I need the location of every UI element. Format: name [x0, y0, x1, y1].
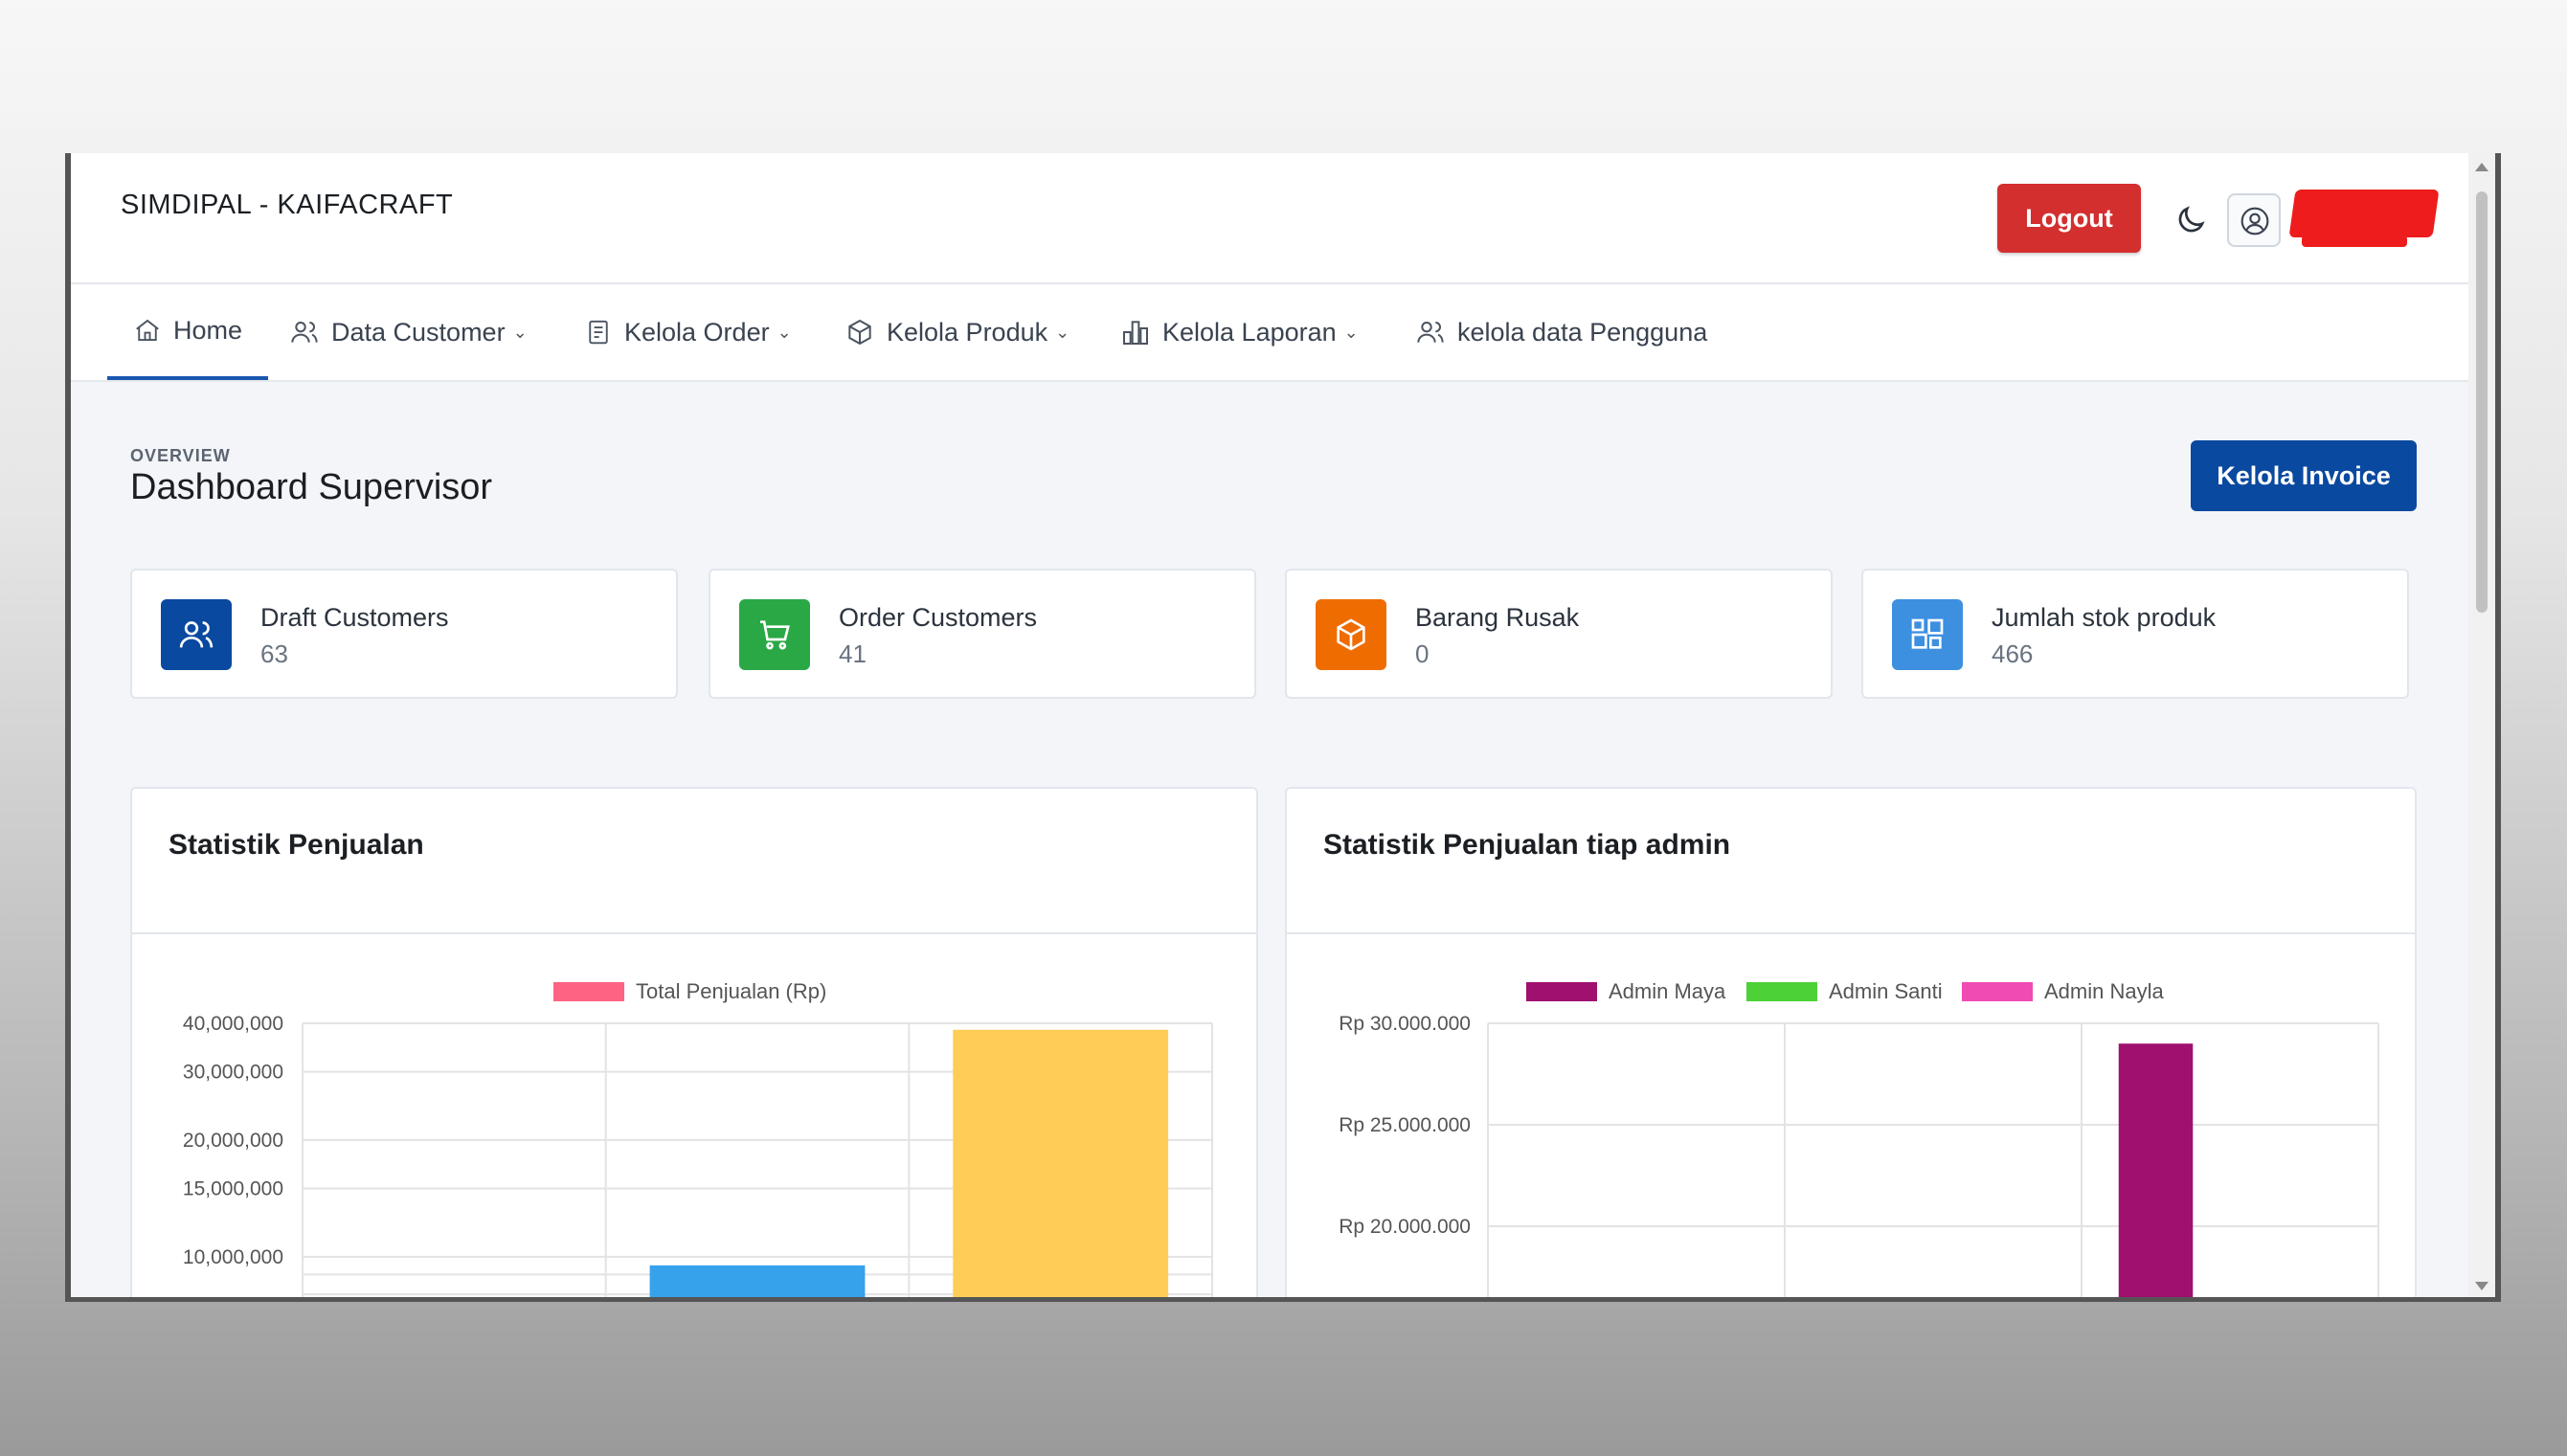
stat-icon-bg: [161, 599, 232, 670]
browser-window: SIMDIPAL - KAIFACRAFT Logout Home Data C…: [65, 153, 2501, 1302]
chevron-down-icon: ⌄: [1055, 322, 1070, 342]
panel-title: Statistik Penjualan tiap admin: [1323, 829, 1731, 861]
chevron-down-icon: ⌄: [512, 322, 528, 342]
sales-chart: Total Penjualan (Rp) 40,000,000 30,000,000…: [183, 979, 1213, 1297]
y-tick-label: Rp 20.000.000: [1339, 1216, 1471, 1238]
nav-kelola-produk-label: Kelola Produk: [887, 317, 1048, 347]
app-brand: SIMDIPAL - KAIFACRAFT: [121, 190, 454, 220]
nav-data-customer[interactable]: Data Customer ⌄: [289, 284, 528, 380]
bar-chart-icon: [1123, 321, 1148, 345]
nav-kelola-pengguna[interactable]: kelola data Pengguna: [1415, 284, 1707, 380]
legend-swatch: [1962, 982, 2033, 1001]
bar: [953, 1029, 1169, 1297]
nav-kelola-pengguna-label: kelola data Pengguna: [1457, 317, 1708, 347]
redacted-role: [2302, 235, 2407, 247]
legend-label: Admin Santi: [1829, 979, 1943, 1003]
legend-label: Admin Nayla: [2044, 979, 2164, 1003]
legend-swatch: [1526, 982, 1597, 1001]
stat-card-jumlah-stok[interactable]: Jumlah stok produk 466: [1861, 569, 2409, 699]
apps-icon: [1911, 618, 1944, 649]
stat-card-barang-rusak[interactable]: Barang Rusak 0: [1285, 569, 1833, 699]
y-tick-label: 30,000,000: [183, 1062, 283, 1084]
profile-button[interactable]: [2227, 193, 2281, 247]
kelola-invoice-button[interactable]: Kelola Invoice: [2191, 440, 2417, 511]
page-title: Dashboard Supervisor: [130, 467, 493, 507]
stat-value: 41: [839, 639, 867, 668]
bar: [2118, 1043, 2194, 1297]
scroll-down-arrow[interactable]: [2475, 1282, 2488, 1290]
legend-label: Admin Maya: [1609, 979, 1726, 1003]
stat-value: 0: [1415, 639, 1430, 668]
panel-header: Statistik Penjualan: [132, 789, 1256, 934]
y-tick-label: 20,000,000: [183, 1130, 283, 1152]
nav-home-label: Home: [172, 315, 243, 345]
stat-icon-bg: [739, 599, 810, 670]
chevron-down-icon: ⌄: [1343, 322, 1359, 342]
panel-statistik-admin: Statistik Penjualan tiap admin Admin May…: [1285, 787, 2417, 1297]
users-icon: [1417, 322, 1444, 343]
main-nav: Home Data Customer ⌄ Kelola Order ⌄ Kelo…: [71, 284, 2474, 382]
nav-kelola-order[interactable]: Kelola Order ⌄: [584, 284, 792, 380]
box-icon: [848, 319, 871, 346]
nav-data-customer-label: Data Customer: [331, 317, 506, 347]
stat-label: Draft Customers: [260, 603, 449, 632]
stat-card-draft-customers[interactable]: Draft Customers 63: [130, 569, 678, 699]
cart-icon: [760, 620, 790, 650]
stat-icon-bg: [1892, 599, 1963, 670]
stat-label: Barang Rusak: [1415, 603, 1580, 632]
bar: [649, 1265, 866, 1297]
nav-kelola-laporan-label: Kelola Laporan: [1162, 317, 1337, 347]
legend-swatch: [553, 982, 624, 1001]
stat-card-order-customers[interactable]: Order Customers 41: [709, 569, 1256, 699]
stat-icon-bg: [1316, 599, 1386, 670]
stat-value: 466: [1992, 639, 2034, 668]
page-overline: OVERVIEW: [130, 446, 231, 465]
y-tick-label: 15,000,000: [183, 1178, 283, 1200]
stat-label: Jumlah stok produk: [1992, 603, 2217, 632]
y-tick-label: 10,000,000: [183, 1246, 283, 1268]
users-icon: [291, 322, 318, 343]
admin-sales-chart: Admin Maya Admin Santi Admin Nayla Rp 30.00…: [1339, 979, 2379, 1297]
chevron-down-icon: ⌄: [777, 322, 792, 342]
y-tick-label: 40,000,000: [183, 1013, 283, 1035]
redacted-username: [2288, 190, 2440, 237]
top-bar: SIMDIPAL - KAIFACRAFT Logout: [71, 153, 2474, 284]
stat-value: 63: [260, 639, 288, 668]
legend-label: Total Penjualan (Rp): [636, 979, 826, 1003]
moon-icon[interactable]: [2173, 203, 2208, 237]
vertical-scrollbar[interactable]: [2468, 153, 2495, 1297]
nav-kelola-laporan[interactable]: Kelola Laporan ⌄: [1120, 284, 1359, 380]
scroll-thumb[interactable]: [2476, 191, 2488, 613]
nav-home[interactable]: Home: [107, 284, 268, 380]
stat-label: Order Customers: [839, 603, 1038, 632]
y-tick-label: Rp 30.000.000: [1339, 1013, 1471, 1035]
document-icon: [589, 320, 608, 345]
user-circle-icon: [2240, 207, 2269, 235]
nav-kelola-order-label: Kelola Order: [624, 317, 770, 347]
panel-statistik-penjualan: Statistik Penjualan Total Penjualan (Rp)…: [130, 787, 1258, 1297]
users-icon: [179, 621, 214, 648]
nav-kelola-produk[interactable]: Kelola Produk ⌄: [844, 284, 1070, 380]
scroll-up-arrow[interactable]: [2475, 163, 2488, 171]
panel-title: Statistik Penjualan: [169, 829, 424, 861]
home-icon: [136, 319, 159, 341]
panel-header: Statistik Penjualan tiap admin: [1287, 789, 2415, 934]
y-tick-label: Rp 25.000.000: [1339, 1114, 1471, 1136]
logout-button[interactable]: Logout: [1997, 184, 2141, 253]
box-icon: [1337, 618, 1365, 651]
legend-swatch: [1746, 982, 1817, 1001]
